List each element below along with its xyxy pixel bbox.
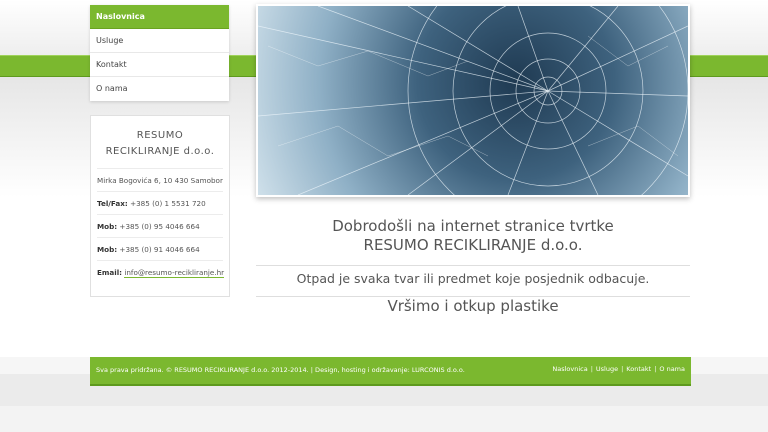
contact-info-box: RESUMO RECIKLIRANJE d.o.o. Mirka Bogović… <box>90 115 230 297</box>
footer: Sva prava pridržana. © RESUMO RECIKLIRAN… <box>90 357 691 386</box>
mobile-row-1: Mob: +385 (0) 95 4046 664 <box>97 214 223 237</box>
footer-link-o-nama[interactable]: O nama <box>659 365 685 373</box>
waste-definition-text: Otpad je svaka tvar ili predmet koje pos… <box>296 271 650 286</box>
main-navigation: Naslovnica Usluge Kontakt O nama <box>90 5 229 101</box>
nav-item-kontakt[interactable]: Kontakt <box>90 53 229 77</box>
broken-glass-icon <box>258 6 688 195</box>
plastic-buyout-text: Vršimo i otkup plastike <box>387 297 559 315</box>
mobile-row-2: Mob: +385 (0) 91 4046 664 <box>97 237 223 260</box>
welcome-heading: Dobrodošli na internet stranice tvrtke R… <box>332 217 614 254</box>
nav-item-naslovnica[interactable]: Naslovnica <box>90 5 229 29</box>
email-link[interactable]: info@resumo-recikliranje.hr <box>124 268 225 278</box>
address: Mirka Bogovića 6, 10 430 Samobor <box>97 168 223 191</box>
broken-glass-image <box>256 4 690 197</box>
footer-link-usluge[interactable]: Usluge <box>596 365 618 373</box>
footer-copyright: Sva prava pridržana. © RESUMO RECIKLIRAN… <box>96 366 465 374</box>
footer-link-naslovnica[interactable]: Naslovnica <box>552 365 587 373</box>
divider <box>256 265 690 266</box>
footer-link-kontakt[interactable]: Kontakt <box>626 365 651 373</box>
telfax-row: Tel/Fax: +385 (0) 1 5531 720 <box>97 191 223 214</box>
footer-links: Naslovnica | Usluge | Kontakt | O nama <box>552 365 685 373</box>
company-name: RESUMO RECIKLIRANJE d.o.o. <box>105 130 215 157</box>
nav-item-usluge[interactable]: Usluge <box>90 29 229 53</box>
nav-item-o-nama[interactable]: O nama <box>90 77 229 101</box>
email-row: Email: info@resumo-recikliranje.hr <box>97 260 225 283</box>
